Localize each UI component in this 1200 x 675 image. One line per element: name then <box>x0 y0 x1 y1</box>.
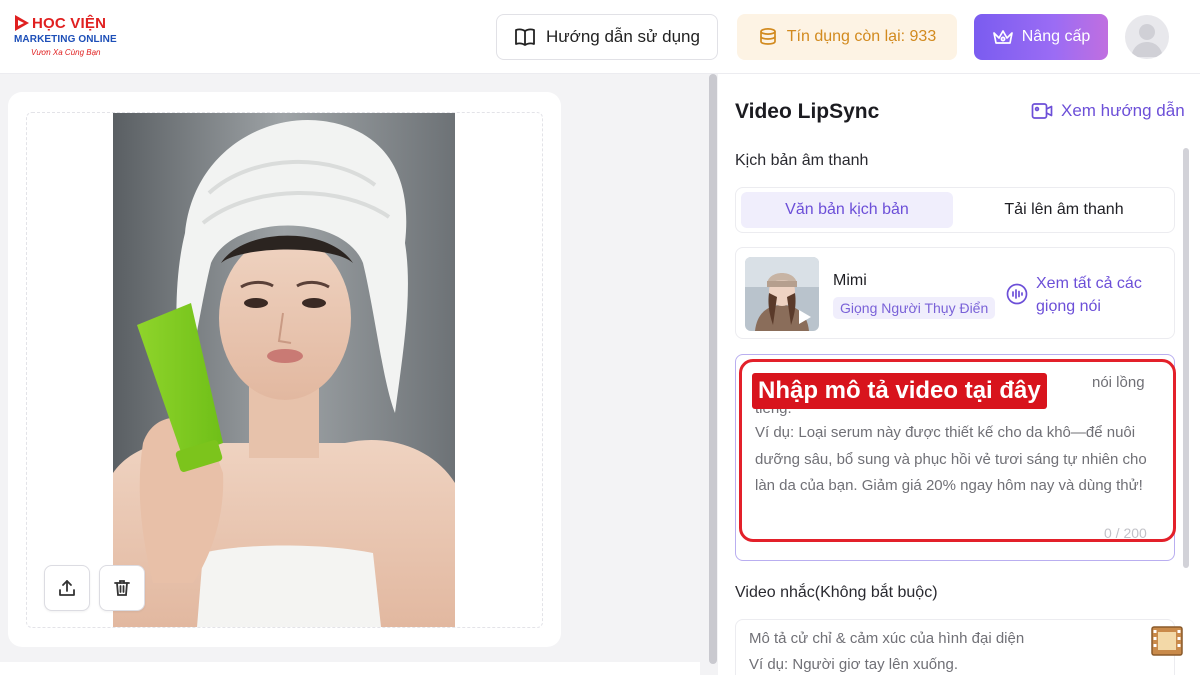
audio-script-label: Kịch bản âm thanh <box>735 152 869 169</box>
tab-upload-audio[interactable]: Tải lên âm thanh <box>958 192 1170 228</box>
top-header: HỌC VIỆN MARKETING ONLINE Vươn Xa Cùng B… <box>0 0 1200 74</box>
book-open-icon <box>515 28 535 46</box>
play-icon <box>799 310 811 324</box>
motion-placeholder: Mô tả cử chỉ & cảm xúc của hình đại diện… <box>749 626 1024 675</box>
brand-logo[interactable]: HỌC VIỆN MARKETING ONLINE Vươn Xa Cùng B… <box>12 12 124 62</box>
panel-resize-scrollbar[interactable] <box>709 74 717 664</box>
logo-play-icon <box>15 15 29 31</box>
upgrade-button[interactable]: Nâng cấp <box>974 14 1108 60</box>
view-all-voices-label: Xem tất cả các giọng nói <box>1036 275 1142 315</box>
woman-holding-tube-image <box>113 113 455 627</box>
script-source-tabs: Văn bản kịch bản Tải lên âm thanh <box>735 187 1175 233</box>
user-guide-button[interactable]: Hướng dẫn sử dụng <box>496 14 718 60</box>
crown-icon <box>992 30 1013 44</box>
annotation-label: Nhập mô tả video tại đây <box>752 373 1047 409</box>
script-example-text: Ví dụ: Loại serum này được thiết kế cho … <box>755 424 1147 494</box>
user-avatar[interactable] <box>1125 15 1169 59</box>
view-guide-label: Xem hướng dẫn <box>1061 101 1185 120</box>
user-guide-label: Hướng dẫn sử dụng <box>546 27 700 46</box>
canvas-bottom-strip <box>0 662 700 675</box>
tab-text-script[interactable]: Văn bản kịch bản <box>741 192 953 228</box>
user-avatar-icon <box>1131 24 1163 57</box>
voice-thumbnail[interactable] <box>745 257 819 331</box>
coins-stack-icon <box>759 28 776 45</box>
video-camera-icon <box>1031 103 1053 119</box>
credits-remaining: Tín dụng còn lại: 933 <box>737 14 957 60</box>
upload-icon <box>59 580 75 596</box>
motion-placeholder-line-1: Mô tả cử chỉ & cảm xúc của hình đại diện <box>749 630 1025 647</box>
delete-image-button[interactable] <box>99 565 145 611</box>
credits-label: Tín dụng còn lại: 933 <box>786 28 937 45</box>
audio-wave-icon <box>1006 283 1028 305</box>
avatar-photo <box>113 113 455 627</box>
voice-language-tag: Giọng Người Thụy Điển <box>833 297 996 319</box>
script-char-counter: 0 / 200 <box>1104 525 1147 541</box>
logo-line-2: MARKETING ONLINE <box>14 34 117 45</box>
trash-icon <box>114 580 130 596</box>
upgrade-label: Nâng cấp <box>1021 28 1091 45</box>
voice-name: Mimi <box>833 272 867 289</box>
motion-placeholder-line-2: Ví dụ: Người giơ tay lên xuống. <box>749 656 958 673</box>
logo-tagline: Vươn Xa Cùng Bạn <box>31 48 101 57</box>
panel-title: Video LipSync <box>735 100 880 123</box>
script-placeholder-peek: nói lồng <box>1092 374 1145 391</box>
motion-prompt-label: Video nhắc(Không bắt buộc) <box>735 584 938 601</box>
panel-scrollbar[interactable] <box>1183 148 1189 568</box>
view-all-voices-link[interactable]: Xem tất cả các giọng nói <box>1006 272 1156 318</box>
upload-image-button[interactable] <box>44 565 90 611</box>
view-guide-link[interactable]: Xem hướng dẫn <box>1031 101 1185 121</box>
film-strip-icon[interactable] <box>1151 626 1183 656</box>
logo-line-1: HỌC VIỆN <box>32 15 107 32</box>
